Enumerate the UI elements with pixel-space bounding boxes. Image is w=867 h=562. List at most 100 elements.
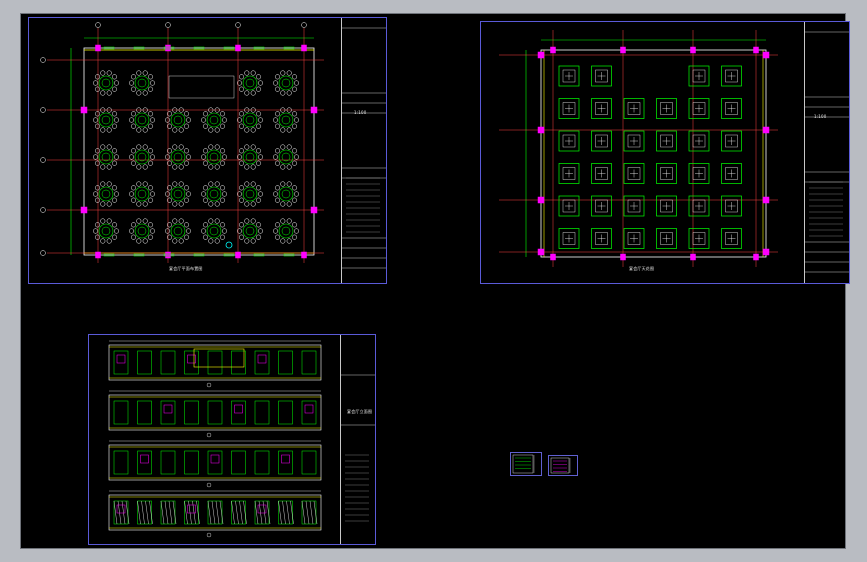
table-top xyxy=(170,223,186,239)
chair xyxy=(255,86,262,92)
feature-panel xyxy=(193,348,245,368)
decorative-panel xyxy=(257,354,267,364)
ceiling-plan-drawing xyxy=(499,30,849,273)
wall-panel xyxy=(207,500,223,525)
sheet-ceiling-plan[interactable]: 宴会厅天花图 1:100 xyxy=(480,21,850,284)
chair xyxy=(106,164,112,170)
chair xyxy=(178,218,184,224)
chair xyxy=(208,164,214,170)
table-top xyxy=(278,186,294,202)
chair xyxy=(94,111,101,117)
chair xyxy=(136,201,142,207)
chair xyxy=(130,197,137,203)
table-centre xyxy=(101,189,111,199)
chair xyxy=(202,185,209,191)
chair xyxy=(130,86,137,92)
chair xyxy=(293,117,300,123)
thumbnail-drawing xyxy=(550,457,571,474)
chair xyxy=(113,191,120,197)
chair xyxy=(238,234,245,240)
chair xyxy=(255,222,262,228)
table-centre xyxy=(173,226,183,236)
chair xyxy=(286,201,292,207)
table-top xyxy=(134,149,150,165)
chair xyxy=(255,74,262,80)
chair xyxy=(244,70,250,76)
elevation-marker xyxy=(206,432,212,438)
elevation-outline xyxy=(108,444,322,481)
chair xyxy=(136,90,142,96)
table-top xyxy=(170,112,186,128)
chair xyxy=(94,185,101,191)
drapery-line xyxy=(168,500,173,525)
chair xyxy=(214,181,220,187)
wall-panel xyxy=(137,350,152,375)
drawing-thumbnail[interactable] xyxy=(548,455,578,476)
chair xyxy=(280,181,286,187)
chair xyxy=(136,144,142,150)
sheet-banquet-layout[interactable]: 宴会厅平面布置图 1:100 xyxy=(28,17,387,284)
chair xyxy=(238,74,245,80)
elevation-outline xyxy=(108,394,322,431)
chair xyxy=(291,185,298,191)
table-centre xyxy=(173,115,183,125)
chair xyxy=(238,86,245,92)
chair xyxy=(92,117,99,123)
cad-drawing-viewport[interactable]: 宴会厅平面布置图 1:100 宴会厅天花图 1:100 宴会厅立面图 xyxy=(20,13,850,549)
table-top xyxy=(170,186,186,202)
chair xyxy=(111,74,118,80)
wall-panel xyxy=(160,500,176,525)
chair xyxy=(214,218,220,224)
wall-panel xyxy=(207,400,223,425)
chair xyxy=(250,201,256,207)
chair xyxy=(244,127,250,133)
chair xyxy=(185,228,192,234)
title-block xyxy=(804,22,849,283)
wall-panel xyxy=(301,500,317,525)
chair xyxy=(272,117,279,123)
table-top xyxy=(98,186,114,202)
wall-panel xyxy=(301,400,317,425)
chair xyxy=(142,164,148,170)
chair xyxy=(238,111,245,117)
column xyxy=(620,253,626,261)
chair xyxy=(178,201,184,207)
chair xyxy=(142,144,148,150)
chair xyxy=(130,160,137,166)
column xyxy=(550,253,556,261)
chair xyxy=(219,148,226,154)
decorative-panel xyxy=(257,504,267,514)
chair xyxy=(183,123,190,129)
table-centre xyxy=(245,189,255,199)
chair xyxy=(274,185,281,191)
chair xyxy=(178,127,184,133)
table-top xyxy=(242,149,258,165)
chair xyxy=(244,238,250,244)
chair xyxy=(183,222,190,228)
drapery-line xyxy=(207,500,212,525)
chair xyxy=(257,191,264,197)
drapery-line xyxy=(149,500,153,525)
chair xyxy=(244,218,250,224)
sheet-elevations[interactable]: 宴会厅立面图 xyxy=(88,334,376,545)
chair xyxy=(202,148,209,154)
table-centre xyxy=(137,226,147,236)
chair xyxy=(219,197,226,203)
chair xyxy=(291,148,298,154)
chair xyxy=(94,86,101,92)
chair xyxy=(106,90,112,96)
chair xyxy=(100,164,106,170)
chair xyxy=(178,144,184,150)
chair xyxy=(200,154,207,160)
chair xyxy=(255,123,262,129)
chair xyxy=(94,197,101,203)
chair xyxy=(221,228,228,234)
thumbnail-drawing xyxy=(512,454,535,474)
stage-outline xyxy=(168,75,235,99)
wall-panel xyxy=(113,350,129,375)
chair xyxy=(178,181,184,187)
drawing-thumbnail[interactable] xyxy=(510,452,542,476)
column xyxy=(235,44,241,52)
sheet-scale: 1:100 xyxy=(814,114,827,119)
wall-panel xyxy=(113,400,129,425)
